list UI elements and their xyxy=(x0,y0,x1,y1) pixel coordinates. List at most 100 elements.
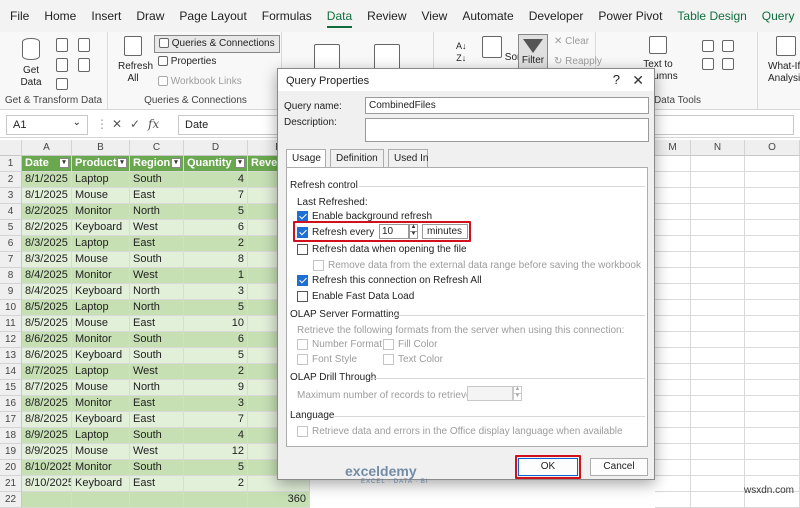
table-cell[interactable]: Laptop xyxy=(72,428,130,444)
empty-cell[interactable] xyxy=(655,220,691,236)
empty-cell[interactable] xyxy=(691,348,745,364)
filter-dropdown-icon[interactable]: ▾ xyxy=(171,158,181,168)
table-cell[interactable]: 1 xyxy=(184,268,248,284)
insert-function-icon[interactable]: fx xyxy=(148,117,159,131)
table-header-cell[interactable]: Date ▾ xyxy=(22,156,72,172)
empty-cell[interactable] xyxy=(745,316,800,332)
row-header[interactable]: 5 xyxy=(0,220,22,236)
empty-cell[interactable] xyxy=(655,268,691,284)
row-header[interactable]: 18 xyxy=(0,428,22,444)
empty-cell[interactable] xyxy=(691,252,745,268)
table-cell[interactable]: 2 xyxy=(184,476,248,492)
row-header[interactable]: 7 xyxy=(0,252,22,268)
empty-cell[interactable] xyxy=(691,284,745,300)
table-cell[interactable]: 8/1/2025 xyxy=(22,188,72,204)
get-data-button[interactable]: Get Data xyxy=(14,38,48,89)
refresh-on-refresh-all-checkbox[interactable] xyxy=(297,275,308,286)
table-cell[interactable]: Mouse xyxy=(72,252,130,268)
table-cell[interactable]: North xyxy=(130,380,184,396)
table-cell[interactable]: 8/9/2025 xyxy=(22,428,72,444)
empty-cell[interactable] xyxy=(655,444,691,460)
row-header[interactable]: 22 xyxy=(0,492,22,508)
table-cell[interactable]: 5 xyxy=(184,204,248,220)
table-header-cell[interactable]: Region ▾ xyxy=(130,156,184,172)
row-header[interactable]: 16 xyxy=(0,396,22,412)
language-checkbox[interactable] xyxy=(297,426,308,437)
empty-cell[interactable] xyxy=(691,364,745,380)
empty-cell[interactable] xyxy=(745,220,800,236)
empty-cell[interactable] xyxy=(691,172,745,188)
empty-cell[interactable] xyxy=(655,284,691,300)
table-cell[interactable]: 8/8/2025 xyxy=(22,396,72,412)
help-icon[interactable]: ? xyxy=(613,72,620,87)
menu-table-design[interactable]: Table Design xyxy=(677,9,746,23)
table-cell[interactable]: West xyxy=(130,220,184,236)
number-format-checkbox[interactable] xyxy=(297,339,308,350)
font-style-checkbox[interactable] xyxy=(297,354,308,365)
column-header-n[interactable]: N xyxy=(691,140,745,156)
table-cell[interactable]: East xyxy=(130,188,184,204)
table-cell[interactable]: Monitor xyxy=(72,332,130,348)
column-header-a[interactable]: A xyxy=(22,140,72,156)
workbook-links-button[interactable]: Workbook Links xyxy=(158,76,242,87)
table-cell[interactable] xyxy=(130,492,184,508)
row-header[interactable]: 3 xyxy=(0,188,22,204)
menu-page-layout[interactable]: Page Layout xyxy=(179,9,246,23)
empty-cell[interactable] xyxy=(691,300,745,316)
table-cell[interactable]: 7 xyxy=(184,188,248,204)
empty-cell[interactable] xyxy=(745,172,800,188)
filter-dropdown-icon[interactable]: ▾ xyxy=(235,158,245,168)
table-cell[interactable]: 8/6/2025 xyxy=(22,332,72,348)
table-header-cell[interactable]: Quantity ▾ xyxy=(184,156,248,172)
tab-definition[interactable]: Definition xyxy=(330,149,384,167)
empty-cell[interactable] xyxy=(745,300,800,316)
table-cell[interactable]: West xyxy=(130,444,184,460)
table-cell[interactable]: East xyxy=(130,236,184,252)
table-cell[interactable]: 7 xyxy=(184,412,248,428)
tab-used-in[interactable]: Used In xyxy=(388,149,428,167)
empty-cell[interactable] xyxy=(655,300,691,316)
table-cell[interactable]: Monitor xyxy=(72,204,130,220)
table-cell[interactable]: 360 xyxy=(248,492,310,508)
table-cell[interactable] xyxy=(184,492,248,508)
table-cell[interactable]: South xyxy=(130,428,184,444)
table-cell[interactable]: 2 xyxy=(184,364,248,380)
menu-view[interactable]: View xyxy=(422,9,448,23)
empty-cell[interactable] xyxy=(745,412,800,428)
empty-cell[interactable] xyxy=(655,396,691,412)
empty-cell[interactable] xyxy=(691,428,745,444)
table-cell[interactable]: Mouse xyxy=(72,444,130,460)
empty-cell[interactable] xyxy=(745,252,800,268)
table-cell[interactable]: 8/9/2025 xyxy=(22,444,72,460)
table-cell[interactable]: North xyxy=(130,284,184,300)
empty-cell[interactable] xyxy=(655,332,691,348)
empty-cell[interactable] xyxy=(691,316,745,332)
table-cell[interactable]: 8/3/2025 xyxy=(22,252,72,268)
table-cell[interactable]: North xyxy=(130,300,184,316)
table-cell[interactable]: 8/6/2025 xyxy=(22,348,72,364)
table-cell[interactable]: 4 xyxy=(184,172,248,188)
empty-cell[interactable] xyxy=(745,444,800,460)
refresh-on-open-checkbox[interactable] xyxy=(297,244,308,255)
sort-az-icon[interactable]: A↓ Z↓ xyxy=(456,40,467,64)
empty-cell[interactable] xyxy=(691,460,745,476)
row-header[interactable]: 12 xyxy=(0,332,22,348)
table-cell[interactable]: 8/5/2025 xyxy=(22,300,72,316)
table-cell[interactable]: Keyboard xyxy=(72,284,130,300)
table-cell[interactable]: 8/7/2025 xyxy=(22,364,72,380)
row-header[interactable]: 2 xyxy=(0,172,22,188)
table-cell[interactable]: 8/5/2025 xyxy=(22,316,72,332)
table-cell[interactable]: 4 xyxy=(184,428,248,444)
empty-cell[interactable] xyxy=(691,412,745,428)
table-header-cell[interactable]: Product ▾ xyxy=(72,156,130,172)
empty-cell[interactable] xyxy=(745,204,800,220)
table-cell[interactable] xyxy=(22,492,72,508)
table-cell[interactable]: 6 xyxy=(184,220,248,236)
empty-cell[interactable] xyxy=(745,396,800,412)
stocks-icon[interactable] xyxy=(314,44,340,70)
table-cell[interactable]: 8/3/2025 xyxy=(22,236,72,252)
empty-cell[interactable] xyxy=(655,252,691,268)
table-cell[interactable]: 8/4/2025 xyxy=(22,268,72,284)
table-cell[interactable]: 12 xyxy=(184,444,248,460)
empty-cell[interactable] xyxy=(655,380,691,396)
